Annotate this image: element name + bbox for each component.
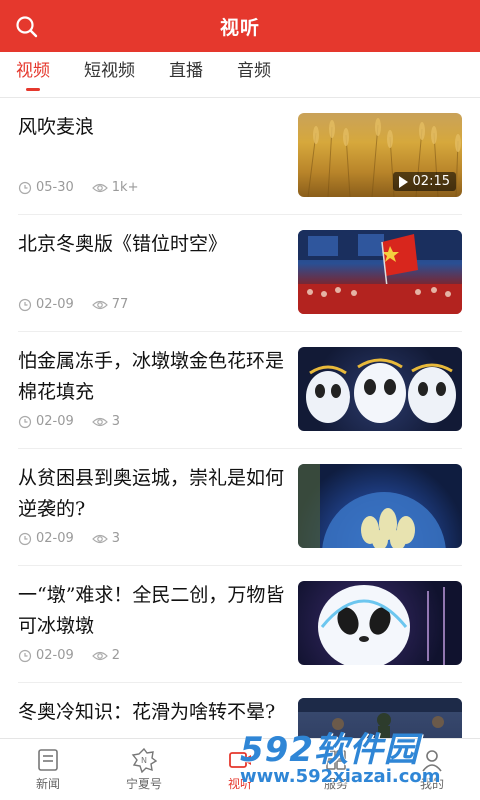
publish-date: 02-09: [18, 297, 74, 312]
video-title[interactable]: 风吹麦浪: [18, 112, 288, 143]
date-text: 02-09: [36, 531, 74, 546]
nav-item-video[interactable]: 视听: [192, 739, 288, 800]
tab-live[interactable]: 直播: [169, 52, 203, 98]
publish-date: 02-09: [18, 414, 74, 429]
winter-season-globe-image: [298, 464, 446, 548]
view-count: 77: [91, 297, 129, 312]
eye-icon: [91, 651, 108, 660]
tab-short-video[interactable]: 短视频: [84, 52, 135, 98]
service-icon: [326, 750, 346, 770]
clock-icon: [18, 181, 32, 194]
views-text: 3: [111, 531, 121, 546]
video-title[interactable]: 从贫困县到奥运城，崇礼是如何逆袭的?: [18, 463, 288, 525]
mascot-closeup-image: [318, 585, 445, 665]
video-meta: 05-30 1k+: [18, 180, 138, 195]
views-text: 1k+: [111, 180, 139, 195]
list-item[interactable]: 怕金属冻手，冰墩墩金色花环是棉花填充 02-09 3: [18, 332, 462, 449]
video-meta: 02-09 2: [18, 648, 120, 663]
list-item[interactable]: 冬奥冷知识：花滑为啥转不晕?: [18, 683, 462, 738]
nav-item-ningxia-hao[interactable]: N 宁夏号: [96, 739, 192, 800]
video-title[interactable]: 冬奥冷知识：花滑为啥转不晕?: [18, 697, 288, 728]
nav-label: 我的: [419, 777, 444, 791]
opening-ceremony-image: [298, 230, 462, 314]
duration-badge: 02:15: [392, 172, 456, 191]
nav-label: 宁夏号: [125, 777, 162, 791]
ningxia-hao-icon: N: [131, 747, 157, 773]
list-item[interactable]: 北京冬奥版《错位时空》 02-09 77: [18, 215, 462, 332]
news-icon: [38, 749, 58, 771]
video-meta: 02-09 3: [18, 414, 120, 429]
figure-skating-image: [298, 698, 462, 738]
video-meta: 02-09 77: [18, 297, 128, 312]
video-thumbnail[interactable]: [298, 347, 462, 431]
list-item[interactable]: 风吹麦浪 05-30 1k+ 02:15: [18, 98, 462, 215]
video-meta: 02-09 3: [18, 531, 120, 546]
nav-label: 服务: [323, 777, 348, 791]
clock-icon: [18, 415, 32, 428]
publish-date: 02-09: [18, 531, 74, 546]
view-count: 3: [91, 414, 121, 429]
list-item[interactable]: 从贫困县到奥运城，崇礼是如何逆袭的? 02-09 3: [18, 449, 462, 566]
search-icon[interactable]: [14, 14, 40, 40]
video-thumbnail[interactable]: 02:15: [298, 113, 462, 197]
video-icon: [229, 752, 251, 768]
clock-icon: [18, 532, 32, 545]
video-thumbnail[interactable]: [298, 230, 462, 314]
view-count: 3: [91, 531, 121, 546]
nav-label: 视听: [227, 777, 252, 791]
eye-icon: [91, 300, 108, 309]
play-icon: [398, 175, 408, 188]
duration-text: 02:15: [412, 174, 450, 189]
video-thumbnail[interactable]: [298, 464, 462, 548]
clock-icon: [18, 649, 32, 662]
view-count: 2: [91, 648, 121, 663]
date-text: 05-30: [36, 180, 74, 195]
views-text: 3: [111, 414, 121, 429]
list-item[interactable]: 一“墩”难求！全民二创，万物皆可冰墩墩 02-09 2: [18, 566, 462, 683]
video-feed: 风吹麦浪 05-30 1k+ 02:15 北京冬奥版《错位时空》 02-09 7…: [0, 98, 480, 738]
video-title[interactable]: 一“墩”难求！全民二创，万物皆可冰墩墩: [18, 580, 288, 642]
profile-icon: [422, 750, 442, 772]
publish-date: 05-30: [18, 180, 74, 195]
top-bar: 视听: [0, 0, 480, 52]
date-text: 02-09: [36, 414, 74, 429]
bottom-nav: 新闻 N 宁夏号 视听 服务 我的: [0, 738, 480, 800]
date-text: 02-09: [36, 648, 74, 663]
views-text: 77: [111, 297, 129, 312]
tab-video[interactable]: 视频: [16, 52, 50, 98]
eye-icon: [91, 183, 108, 192]
eye-icon: [91, 417, 108, 426]
video-thumbnail[interactable]: [298, 698, 462, 738]
page-title: 视听: [219, 16, 260, 39]
video-title[interactable]: 怕金属冻手，冰墩墩金色花环是棉花填充: [18, 346, 288, 408]
svg-text:N: N: [141, 756, 147, 765]
category-tabs: 视频 短视频 直播 音频: [0, 52, 480, 98]
tab-audio[interactable]: 音频: [237, 52, 271, 98]
nav-label: 新闻: [35, 777, 60, 791]
eye-icon: [91, 534, 108, 543]
nav-item-profile[interactable]: 我的: [384, 739, 480, 800]
nav-item-service[interactable]: 服务: [288, 739, 384, 800]
clock-icon: [18, 298, 32, 311]
publish-date: 02-09: [18, 648, 74, 663]
video-thumbnail[interactable]: [298, 581, 462, 665]
nav-item-news[interactable]: 新闻: [0, 739, 96, 800]
video-title[interactable]: 北京冬奥版《错位时空》: [18, 229, 288, 260]
date-text: 02-09: [36, 297, 74, 312]
view-count: 1k+: [91, 180, 139, 195]
mascot-figures-image: [306, 358, 456, 423]
views-text: 2: [111, 648, 121, 663]
